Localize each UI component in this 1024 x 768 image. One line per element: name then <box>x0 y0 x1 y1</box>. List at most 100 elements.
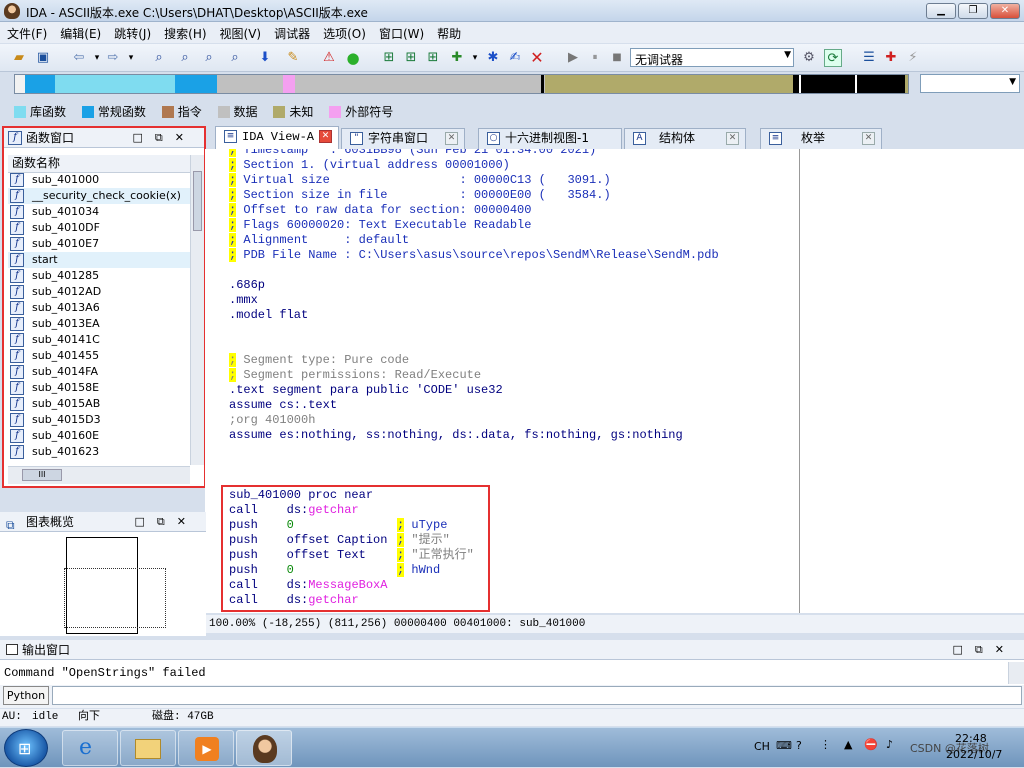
list-item[interactable]: f sub_401000 <box>8 172 190 188</box>
maximize-button[interactable]: ❐ <box>958 3 988 19</box>
panel-controls[interactable]: □⧉✕ <box>135 512 198 532</box>
taskbar-explorer[interactable] <box>120 730 176 766</box>
list-item[interactable]: f sub_401455 <box>8 348 190 364</box>
list-item[interactable]: f sub_4010E7 <box>8 236 190 252</box>
menu-window[interactable]: 窗口(W) <box>372 22 430 42</box>
input-language[interactable]: CH <box>754 740 770 753</box>
debugger-select[interactable]: 无调试器 ▼ <box>630 48 794 67</box>
clock-date[interactable]: 2022/10/7 <box>946 748 1002 761</box>
scroll-thumb[interactable] <box>193 171 202 231</box>
list-item[interactable]: f sub_4015D3 <box>8 412 190 428</box>
tab-hex-view[interactable]: ○ 十六进制视图-1 <box>478 128 622 149</box>
menu-search[interactable]: 搜索(H) <box>157 22 212 42</box>
open-folder-icon[interactable]: ▰ <box>10 49 28 67</box>
output-scrollbar[interactable] <box>1008 662 1024 684</box>
start-debug-icon[interactable]: ▶ <box>564 49 582 67</box>
close-button[interactable]: ✕ <box>990 3 1020 19</box>
back-arrow-icon[interactable]: ⇦ <box>70 49 88 67</box>
volume-icon[interactable]: ♪ <box>886 738 893 751</box>
text-search-icon[interactable]: ⌕ <box>176 49 194 67</box>
list-item[interactable]: f sub_40160E <box>8 428 190 444</box>
list-item[interactable]: f __security_check_cookie(x) <box>8 188 190 204</box>
functions-column-header[interactable]: 函数名称 <box>8 155 190 173</box>
close-icon[interactable]: ✕ <box>445 132 458 145</box>
menu-view[interactable]: 视图(V) <box>213 22 268 42</box>
list-item[interactable]: f sub_4013A6 <box>8 300 190 316</box>
clock-time[interactable]: 22:48 <box>955 732 987 745</box>
tab-strings[interactable]: " 字符串窗口 ✕ <box>341 128 465 149</box>
binary-search-icon[interactable]: ⌕ <box>150 49 168 67</box>
ascii-string-icon[interactable]: ⊞ <box>424 49 442 67</box>
start-button[interactable]: ⊞ <box>4 729 48 767</box>
menu-help[interactable]: 帮助 <box>430 22 467 42</box>
network-icon[interactable]: ⛔ <box>864 738 878 751</box>
up-arrow-icon[interactable]: ▲ <box>844 738 852 751</box>
enum-add-icon[interactable]: ✱ <box>484 49 502 67</box>
switch-debugger-icon[interactable]: ⟳ <box>824 49 842 67</box>
keyboard-icon[interactable]: ⌨ <box>776 739 792 752</box>
warning-icon[interactable]: ⚠ <box>320 49 338 67</box>
find-immediate-icon[interactable]: ⌕ <box>226 49 244 67</box>
tab-enums[interactable]: ≡ 枚举 ✕ <box>760 128 882 149</box>
save-icon[interactable]: ▣ <box>34 49 52 67</box>
struct-dropdown-icon[interactable]: ▾ <box>466 49 484 67</box>
tray-expand-icon[interactable]: ⋮ <box>820 738 831 751</box>
taskbar-media[interactable]: ▶ <box>178 730 234 766</box>
menu-file[interactable]: 文件(F) <box>0 22 53 42</box>
help-icon[interactable]: ? <box>796 739 802 752</box>
taskbar-ida[interactable] <box>236 730 292 766</box>
list-item[interactable]: f sub_4013EA <box>8 316 190 332</box>
struct-add-icon[interactable]: ✚ <box>448 49 466 67</box>
list-item[interactable]: f sub_4012AD <box>8 284 190 300</box>
close-icon[interactable]: ✕ <box>726 132 739 145</box>
scroll-thumb[interactable]: III <box>22 469 62 481</box>
stop-debug-icon[interactable]: ■ <box>608 49 626 67</box>
navigation-band-select[interactable]: ▼ <box>920 74 1020 93</box>
navigation-band[interactable] <box>14 74 909 94</box>
find-next-icon[interactable]: ⌕ <box>200 49 218 67</box>
list-item[interactable]: f sub_4014FA <box>8 364 190 380</box>
tab-ida-view-a[interactable]: ≡ IDA View-A ✕ <box>215 126 339 149</box>
graph-viewport-frame[interactable] <box>64 568 166 628</box>
list-item[interactable]: f sub_40158E <box>8 380 190 396</box>
functions-vertical-scrollbar[interactable] <box>190 155 204 465</box>
panel-controls[interactable]: □⧉✕ <box>133 128 196 148</box>
data-icon[interactable]: ⊞ <box>402 49 420 67</box>
forward-dropdown-icon[interactable]: ▾ <box>122 49 140 67</box>
remove-breakpoints-icon[interactable]: ⚡ <box>904 49 922 67</box>
python-command-input[interactable] <box>52 686 1022 705</box>
list-item[interactable]: f start <box>8 252 190 268</box>
list-item[interactable]: f sub_4015AB <box>8 396 190 412</box>
list-item[interactable]: f sub_401623 <box>8 444 190 460</box>
list-item[interactable]: f sub_4010DF <box>8 220 190 236</box>
menu-debugger[interactable]: 调试器 <box>267 22 316 42</box>
breakpoint-icon[interactable]: ✚ <box>882 49 900 67</box>
forward-arrow-icon[interactable]: ⇨ <box>104 49 122 67</box>
taskbar-ie[interactable]: e <box>62 730 118 766</box>
green-circle-icon[interactable]: ● <box>344 49 362 67</box>
list-item[interactable]: f sub_401034 <box>8 204 190 220</box>
panel-controls[interactable]: □⧉✕ <box>953 640 1016 660</box>
graph-overview-header: ⧉ 图表概览 □⧉✕ <box>0 512 206 532</box>
minimize-button[interactable]: ▁ <box>926 3 956 19</box>
close-icon[interactable]: ✕ <box>862 132 875 145</box>
list-item[interactable]: f sub_401285 <box>8 268 190 284</box>
close-icon[interactable]: ✕ <box>319 130 332 143</box>
function-name: sub_401623 <box>32 445 100 458</box>
pause-debug-icon[interactable]: ⏸ <box>586 49 604 67</box>
patch-icon[interactable]: ✍ <box>506 49 524 67</box>
menu-edit[interactable]: 编辑(E) <box>53 22 107 42</box>
list-view-icon[interactable]: ☰ <box>860 49 878 67</box>
attach-process-icon[interactable]: ⚙ <box>800 49 818 67</box>
code-icon[interactable]: ⊞ <box>380 49 398 67</box>
undefine-icon[interactable]: ✕ <box>528 49 546 67</box>
functions-horizontal-scrollbar[interactable]: III <box>8 466 190 484</box>
jump-down-icon[interactable]: ⬇ <box>256 49 274 67</box>
menu-options[interactable]: 选项(O) <box>316 22 372 42</box>
python-button[interactable]: Python <box>3 686 49 705</box>
tab-structures[interactable]: A 结构体 ✕ <box>624 128 746 149</box>
menu-jump[interactable]: 跳转(J) <box>107 22 157 42</box>
list-item[interactable]: f sub_40141C <box>8 332 190 348</box>
highlight-box <box>221 485 490 612</box>
hex-tool-icon[interactable]: ✎ <box>284 49 302 67</box>
